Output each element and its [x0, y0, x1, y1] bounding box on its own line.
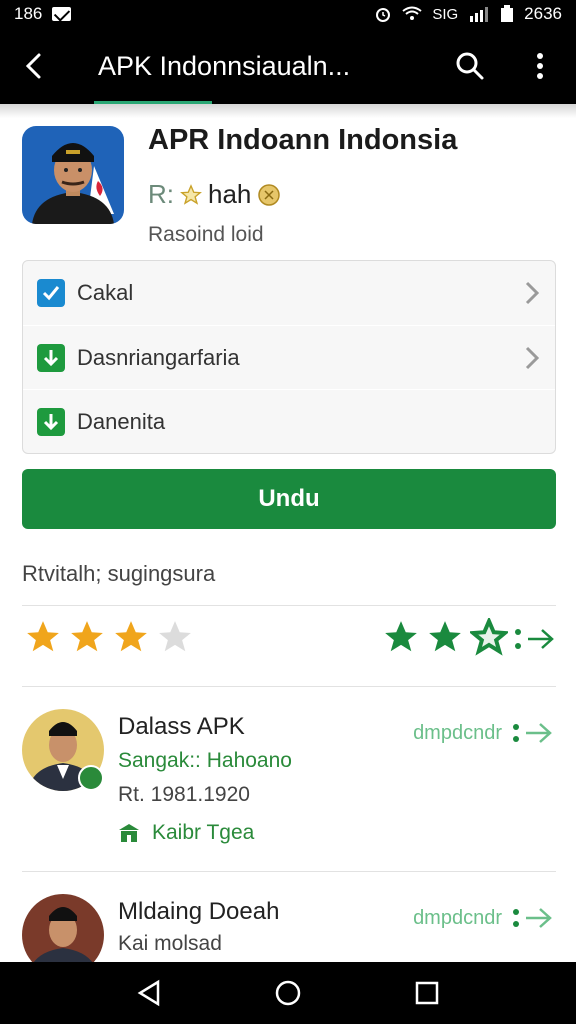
- chevron-right-icon: [525, 346, 539, 370]
- option-row-dasnriangarfaria[interactable]: Dasnriangarfaria: [23, 325, 555, 389]
- back-arrow-icon: [25, 53, 41, 79]
- battery-icon: [501, 5, 514, 22]
- user-rating-stars[interactable]: [24, 618, 194, 656]
- option-label: Cakal: [77, 280, 134, 305]
- nav-home-button[interactable]: [266, 971, 310, 1015]
- star-outline-icon: [180, 183, 202, 205]
- divider: [22, 605, 556, 606]
- item-action-label: dmpdcndr: [413, 721, 502, 744]
- item-action-button[interactable]: dmpdcndr: [413, 719, 554, 747]
- download-icon: [37, 343, 65, 372]
- wifi-icon: [402, 6, 422, 20]
- chevron-right-icon: [525, 281, 539, 305]
- item-subtitle: Sangak:: Hahoano: [118, 749, 292, 772]
- section-label: Rtvitalh; sugingsura: [22, 561, 216, 586]
- app-bar-title: APK Indonnsiaualn...: [98, 50, 351, 81]
- item-tag: Kaibr Tgea: [118, 821, 254, 845]
- triangle-back-icon: [137, 979, 160, 1007]
- ratings-row: [22, 618, 556, 664]
- app-header: APR Indoann Indonsia R: hah Rasoind loid: [22, 124, 556, 250]
- app-name: APR Indoann Indonsia: [148, 124, 458, 156]
- checkbox-icon: [37, 279, 65, 307]
- star-green-icon: [429, 621, 461, 652]
- item-tag-label: Kaibr Tgea: [152, 821, 255, 844]
- status-right-text: 2636: [524, 4, 562, 23]
- search-icon: [456, 52, 484, 80]
- nav-back-button[interactable]: [127, 971, 171, 1015]
- star-filled-icon: [27, 621, 59, 652]
- signal-text: SIG: [432, 5, 459, 23]
- item-title: Dalass APK: [118, 713, 245, 740]
- app-bar: APK Indonnsiaualn...: [0, 28, 576, 104]
- status-time: 186: [14, 4, 43, 23]
- verified-badge-icon: [78, 765, 104, 791]
- overflow-menu-button[interactable]: [522, 46, 558, 86]
- app-subtitle: Rasoind loid: [148, 223, 264, 246]
- coin-icon: [258, 183, 281, 206]
- search-button[interactable]: [452, 46, 488, 86]
- item-meta: Kai molsad: [118, 932, 222, 955]
- more-arrow-icon[interactable]: [512, 624, 556, 654]
- download-icon: [37, 407, 65, 436]
- app-icon[interactable]: [22, 126, 124, 224]
- rating-prefix: R:: [148, 179, 174, 209]
- mail-icon: [52, 7, 72, 21]
- options-card: Cakal Dasnriangarfaria Danenita: [22, 260, 556, 454]
- avatar: [22, 894, 104, 964]
- more-arrow-icon: [513, 908, 552, 928]
- signal-icon: [470, 7, 489, 22]
- list-item[interactable]: Dalass APK Sangak:: Hahoano Rt. 1981.192…: [22, 709, 556, 869]
- item-title: Mldaing Doeah: [118, 898, 280, 925]
- more-arrow-icon: [513, 723, 552, 743]
- app-bar-shadow: [0, 104, 576, 118]
- divider: [22, 871, 556, 872]
- store-icon: [119, 824, 139, 842]
- star-green-icon: [385, 621, 417, 652]
- star-green-outline-icon: [470, 618, 508, 656]
- option-row-cakal[interactable]: Cakal: [23, 261, 555, 325]
- navigation-bar: [0, 962, 576, 1024]
- app-rating-row: R: hah: [148, 179, 281, 210]
- item-action-button[interactable]: dmpdcndr: [413, 904, 554, 932]
- star-filled-icon: [71, 621, 103, 652]
- nav-recents-button[interactable]: [405, 971, 449, 1015]
- item-action-label: dmpdcndr: [413, 906, 502, 929]
- divider: [22, 686, 556, 687]
- item-meta: Rt. 1981.1920: [118, 783, 250, 806]
- star-filled-icon: [115, 621, 147, 652]
- star-empty-icon: [159, 621, 191, 652]
- option-row-danenita[interactable]: Danenita: [23, 389, 555, 453]
- green-rating-stars: [382, 618, 508, 656]
- more-vert-icon: [537, 53, 543, 79]
- rating-text: hah: [208, 179, 252, 209]
- list-item[interactable]: Mldaing Doeah Kai molsad dmpdcndr: [22, 894, 556, 964]
- option-label: Danenita: [77, 408, 166, 434]
- square-recents-icon: [415, 981, 438, 1005]
- back-button[interactable]: [18, 46, 48, 86]
- status-bar: 186 SIG 2636: [0, 0, 576, 28]
- download-button[interactable]: Undu: [22, 469, 556, 529]
- option-label: Dasnriangarfaria: [77, 344, 240, 370]
- alarm-icon: [376, 8, 391, 22]
- circle-home-icon: [275, 980, 301, 1006]
